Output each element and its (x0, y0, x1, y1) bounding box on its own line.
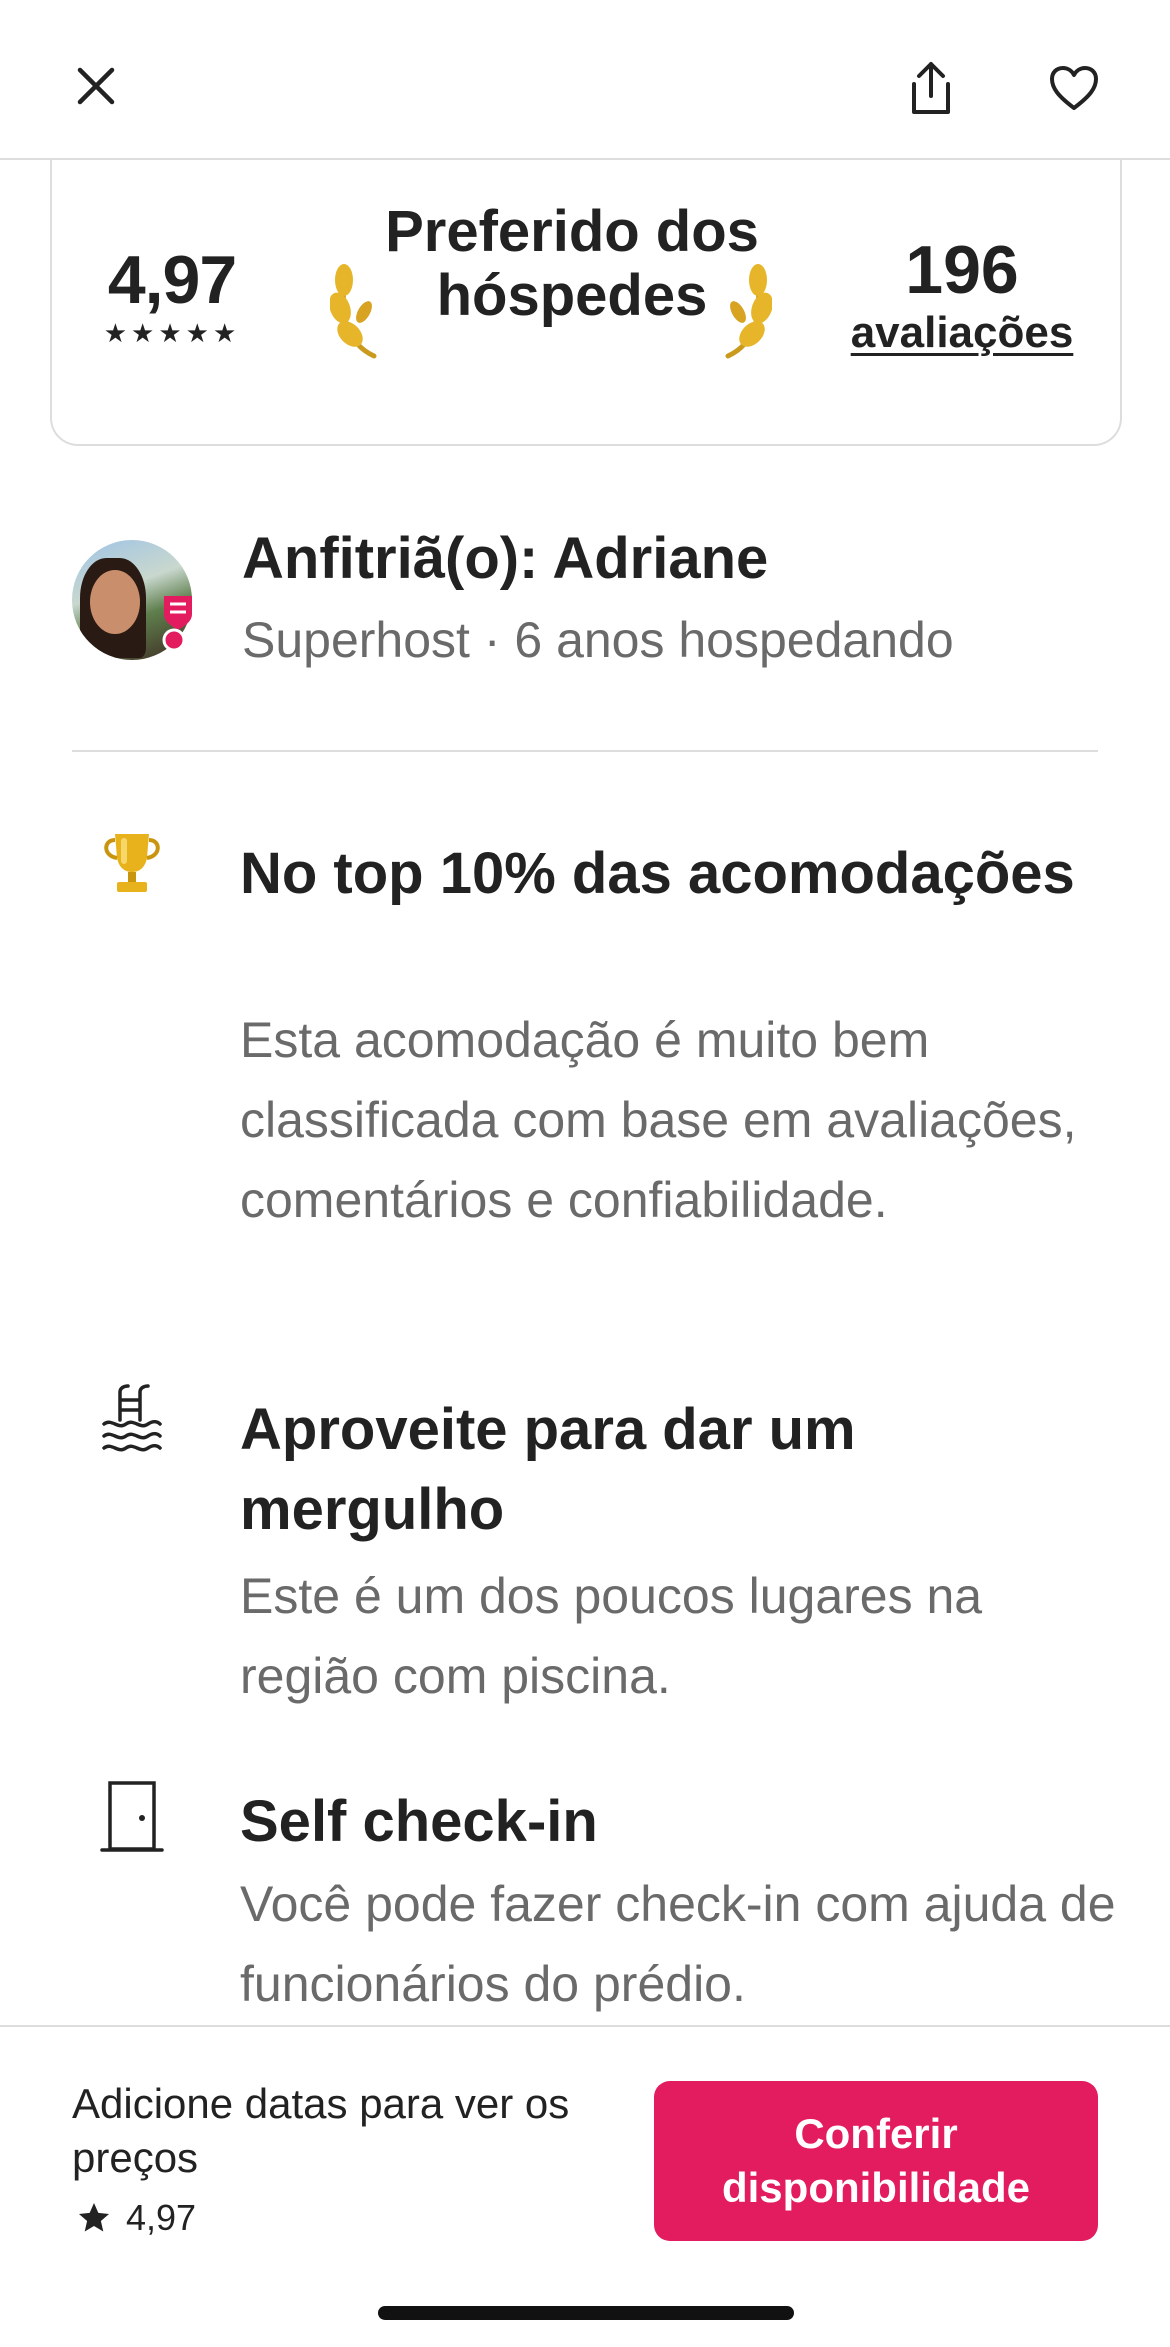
star-icon (79, 2203, 109, 2232)
laurel-right-icon (725, 264, 772, 359)
check-availability-button[interactable]: Conferir disponibilidade (654, 2081, 1098, 2241)
price-prompt: Adicione datas para ver os preços (72, 2080, 570, 2181)
guest-favorite-title: Preferido dos hóspedes (385, 199, 759, 328)
section-divider (72, 750, 1098, 752)
top-nav-bar (0, 0, 1170, 160)
feature-title: No top 10% das acomodações (240, 841, 1075, 906)
host-section[interactable]: Anfitriã(o): Adriane Superhost · 6 anos … (72, 520, 1102, 750)
host-title: Anfitriã(o): Adriane (242, 526, 769, 591)
feature-title: Self check-in (240, 1789, 598, 1854)
avatar-face (90, 570, 140, 634)
feature-description: Este é um dos poucos lugares na região c… (240, 1568, 983, 1704)
home-indicator[interactable] (378, 2306, 794, 2320)
feature-description: Esta acomodação é muito bem classificada… (240, 1012, 1077, 1228)
rating-summary: 4,97 ★★★★★ (97, 242, 247, 348)
reviews-link[interactable]: avaliações (832, 308, 1092, 358)
rating-stars: ★★★★★ (103, 318, 241, 348)
bottom-rating-value: 4,97 (126, 2197, 197, 2238)
heart-icon (1050, 66, 1098, 110)
guest-favorite-card[interactable]: 4,97 ★★★★★ Preferido dos hóspedes 196 av… (50, 160, 1122, 446)
trophy-icon (92, 828, 172, 908)
feature-title: Aproveite para dar um mergulho (240, 1397, 856, 1542)
close-icon (77, 67, 115, 105)
laurel-left-icon (330, 264, 377, 359)
reviews-count: 196 (905, 232, 1019, 308)
pool-icon (92, 1384, 172, 1464)
share-icon (912, 62, 950, 114)
feature-description: Você pode fazer check-in com ajuda de fu… (240, 1876, 1116, 2012)
booking-bar: Adicione datas para ver os preços 4,97 C… (0, 2025, 1170, 2347)
door-icon (92, 1780, 172, 1860)
favorite-button[interactable] (1038, 52, 1110, 124)
rating-value: 4,97 (107, 242, 237, 318)
host-subtitle: Superhost · 6 anos hospedando (242, 612, 954, 668)
superhost-badge-icon (162, 596, 192, 652)
reviews-summary[interactable]: 196 avaliações (832, 232, 1092, 358)
share-button[interactable] (895, 52, 967, 124)
close-button[interactable] (60, 50, 132, 122)
bottom-rating: 4,97 (76, 2197, 196, 2239)
